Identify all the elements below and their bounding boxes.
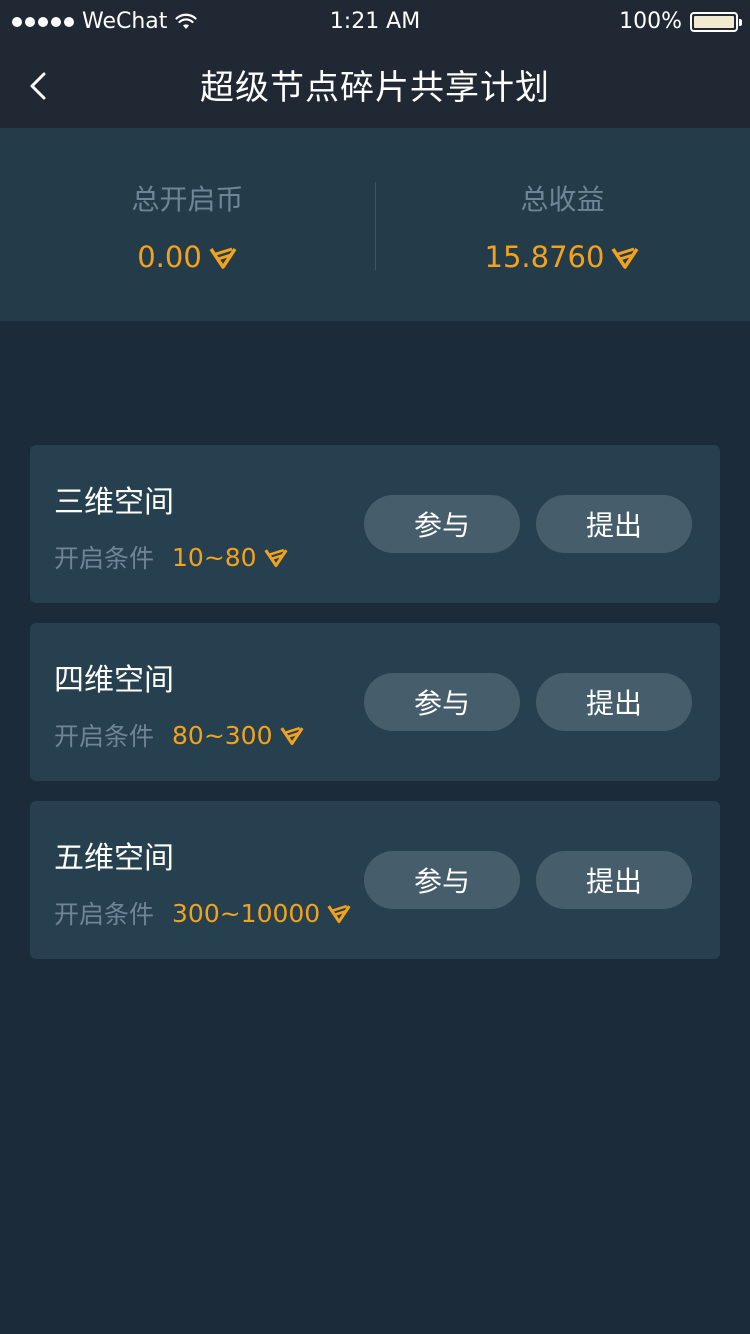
plan-title: 四维空间 <box>54 663 174 698</box>
v-currency-icon <box>209 247 237 269</box>
withdraw-button[interactable]: 提出 <box>536 851 692 909</box>
total-income-label: 总收益 <box>520 183 605 216</box>
plan-card-3d: 三维空间 开启条件 10~80 参与 提出 <box>30 445 720 603</box>
plan-condition: 开启条件 300~10000 <box>54 895 352 931</box>
battery-percentage: 100% <box>619 9 682 34</box>
total-open-label: 总开启币 <box>131 183 244 216</box>
plan-title: 三维空间 <box>54 485 174 520</box>
v-currency-icon <box>327 904 351 924</box>
v-currency-icon <box>279 726 304 746</box>
plan-title: 五维空间 <box>54 841 174 876</box>
condition-range-row: 80~300 <box>172 721 304 750</box>
total-income: 总收益 15.8760 <box>375 178 750 274</box>
total-income-value: 15.8760 <box>484 240 605 274</box>
plan-card-4d: 四维空间 开启条件 80~300 参与 提出 <box>30 623 720 781</box>
summary-panel: 总开启币 0.00 总收益 15.8760 <box>0 128 750 321</box>
plan-condition: 开启条件 80~300 <box>54 717 305 753</box>
page-title: 超级节点碎片共享计划 <box>200 68 550 108</box>
status-right: 100% <box>619 9 742 34</box>
withdraw-button[interactable]: 提出 <box>536 495 692 553</box>
withdraw-button[interactable]: 提出 <box>536 673 692 731</box>
condition-range: 10~80 <box>172 542 257 572</box>
condition-label: 开启条件 <box>54 722 155 751</box>
condition-range: 300~10000 <box>172 898 321 928</box>
join-button[interactable]: 参与 <box>364 495 520 553</box>
condition-label: 开启条件 <box>54 544 155 573</box>
condition-range: 80~300 <box>172 720 273 750</box>
total-open-coins: 总开启币 0.00 <box>0 178 375 274</box>
condition-range-row: 10~80 <box>172 543 289 572</box>
total-open-value: 0.00 <box>137 240 202 274</box>
condition-range-row: 300~10000 <box>172 899 352 928</box>
nav-bar: 超级节点碎片共享计划 <box>0 44 750 128</box>
total-open-value-row: 0.00 <box>137 240 238 274</box>
v-currency-icon <box>264 548 288 568</box>
join-button[interactable]: 参与 <box>364 673 520 731</box>
v-currency-icon <box>612 247 639 269</box>
condition-label: 开启条件 <box>54 900 155 929</box>
join-button[interactable]: 参与 <box>364 851 520 909</box>
battery-icon <box>690 11 742 32</box>
plan-condition: 开启条件 10~80 <box>54 539 289 575</box>
status-bar: WeChat 1:21 AM 100% <box>0 0 750 44</box>
plan-card-5d: 五维空间 开启条件 300~10000 参与 提出 <box>30 801 720 959</box>
total-income-value-row: 15.8760 <box>485 240 641 274</box>
